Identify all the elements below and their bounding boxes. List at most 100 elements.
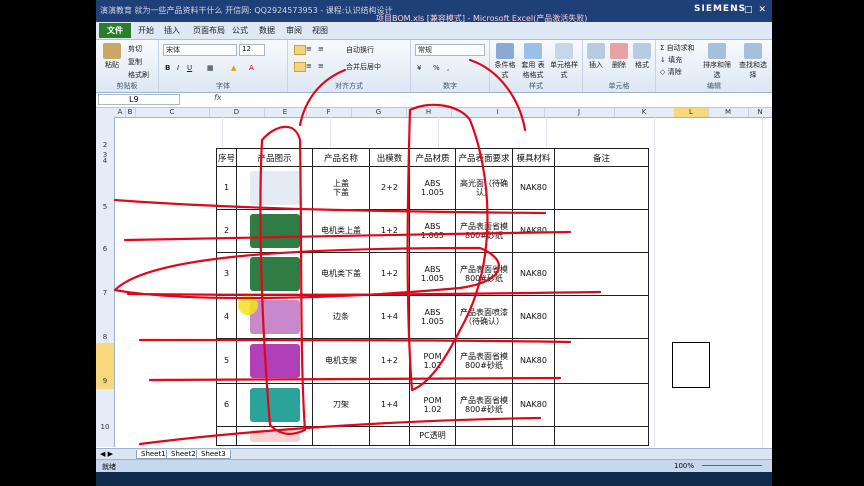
merge-center-button[interactable]: 合并后居中 bbox=[346, 62, 381, 72]
sort-filter-button[interactable]: 排序和筛选 bbox=[700, 43, 734, 80]
surface-cell[interactable]: 产品表面省模 800#砂纸 bbox=[455, 338, 513, 384]
percent-icon[interactable]: % bbox=[433, 64, 440, 72]
image-cell[interactable] bbox=[236, 166, 313, 210]
surface-cell[interactable]: 产品表面省模 800#砂纸 bbox=[455, 209, 513, 253]
surface-cell[interactable]: 产品表面省模 800#砂纸 bbox=[455, 383, 513, 427]
surface-cell[interactable]: 高光面（待确 认） bbox=[455, 166, 513, 210]
column-header-j[interactable]: J bbox=[544, 108, 615, 117]
row-header[interactable]: 8 bbox=[96, 333, 114, 341]
close-icon[interactable]: ✕ bbox=[758, 5, 766, 15]
material-cell[interactable]: PC透明 bbox=[409, 426, 456, 446]
no-cell[interactable]: 5 bbox=[216, 338, 237, 384]
fx-icon[interactable]: fx bbox=[214, 93, 222, 102]
cavity-cell[interactable]: 1+4 bbox=[369, 295, 410, 339]
paste-button[interactable]: 粘贴 bbox=[99, 43, 125, 70]
format-painter-button[interactable]: 格式刷 bbox=[128, 70, 149, 80]
cell-styles-button[interactable]: 单元格样式 bbox=[548, 43, 580, 80]
row-header[interactable]: 5 bbox=[96, 203, 114, 211]
format-as-table-button[interactable]: 套用 表格格式 bbox=[520, 43, 546, 80]
header-cell[interactable]: 序号 bbox=[216, 148, 237, 167]
name-cell[interactable] bbox=[312, 426, 370, 446]
header-cell[interactable]: 产品名称 bbox=[312, 148, 370, 167]
product-image[interactable] bbox=[249, 214, 300, 248]
align-left-icon[interactable] bbox=[294, 62, 306, 72]
product-image[interactable] bbox=[249, 388, 300, 422]
maximize-icon[interactable]: □ bbox=[744, 5, 753, 15]
image-cell[interactable] bbox=[236, 383, 313, 427]
surface-cell[interactable] bbox=[455, 426, 513, 446]
name-cell[interactable]: 电机支架 bbox=[312, 338, 370, 384]
no-cell[interactable]: 3 bbox=[216, 252, 237, 296]
cavity-cell[interactable]: 1+2 bbox=[369, 209, 410, 253]
column-header-f[interactable]: F bbox=[306, 108, 352, 117]
header-cell[interactable]: 备注 bbox=[554, 148, 649, 167]
tab-home[interactable]: 开始 bbox=[138, 25, 154, 36]
material-cell[interactable]: POM 1.02 bbox=[409, 383, 456, 427]
cavity-cell[interactable]: 2+2 bbox=[369, 166, 410, 210]
mold-cell[interactable]: NAK80 bbox=[512, 209, 555, 253]
mold-cell[interactable]: NAK80 bbox=[512, 383, 555, 427]
bold-button[interactable]: B bbox=[165, 64, 170, 72]
column-header-l[interactable]: L bbox=[674, 108, 709, 117]
fill-color-icon[interactable]: ▲ bbox=[231, 64, 236, 72]
no-cell[interactable]: 6 bbox=[216, 383, 237, 427]
product-image[interactable] bbox=[249, 430, 300, 442]
no-cell[interactable]: 2 bbox=[216, 209, 237, 253]
header-cell[interactable]: 出模数 bbox=[369, 148, 410, 167]
column-header-g[interactable]: G bbox=[351, 108, 407, 117]
currency-icon[interactable]: ¥ bbox=[417, 64, 421, 72]
product-image[interactable] bbox=[249, 171, 300, 205]
font-name-select[interactable]: 宋体 bbox=[163, 44, 237, 56]
note-cell[interactable] bbox=[554, 166, 649, 210]
name-cell[interactable]: 电机类下盖 bbox=[312, 252, 370, 296]
minimize-icon[interactable]: – bbox=[733, 5, 738, 15]
material-cell[interactable]: ABS 1.005 bbox=[409, 209, 456, 253]
align-right-icon[interactable]: ≡ bbox=[318, 62, 324, 70]
column-header-d[interactable]: D bbox=[209, 108, 265, 117]
number-format-select[interactable]: 常规 bbox=[415, 44, 485, 56]
header-cell[interactable]: 产品表面要求 bbox=[455, 148, 513, 167]
cavity-cell[interactable] bbox=[369, 426, 410, 446]
tab-data[interactable]: 数据 bbox=[259, 25, 275, 36]
tab-formulas[interactable]: 公式 bbox=[232, 25, 248, 36]
image-cell[interactable] bbox=[236, 209, 313, 253]
tab-file[interactable]: 文件 bbox=[99, 23, 131, 38]
align-bottom-icon[interactable]: ≡ bbox=[318, 45, 324, 53]
product-image[interactable] bbox=[249, 257, 300, 291]
selected-cell-l9[interactable] bbox=[672, 342, 710, 388]
header-cell[interactable]: 产品材质 bbox=[409, 148, 456, 167]
mold-cell[interactable]: NAK80 bbox=[512, 295, 555, 339]
row-header[interactable]: 10 bbox=[96, 423, 114, 431]
mold-cell[interactable]: NAK80 bbox=[512, 338, 555, 384]
name-cell[interactable]: 电机类上盖 bbox=[312, 209, 370, 253]
name-cell[interactable]: 边条 bbox=[312, 295, 370, 339]
name-cell[interactable]: 上盖 下盖 bbox=[312, 166, 370, 210]
note-cell[interactable] bbox=[554, 252, 649, 296]
column-header-c[interactable]: C bbox=[135, 108, 210, 117]
fill-button[interactable]: ↓ 填充 bbox=[660, 55, 682, 65]
align-top-icon[interactable] bbox=[294, 45, 306, 55]
name-cell[interactable]: 刀架 bbox=[312, 383, 370, 427]
surface-cell[interactable]: 产品表面喷漆 （待确认） bbox=[455, 295, 513, 339]
comma-icon[interactable]: , bbox=[447, 64, 449, 72]
header-cell[interactable]: 产品图示 bbox=[236, 148, 313, 167]
border-icon[interactable]: ▦ bbox=[207, 64, 214, 72]
sheet-tab[interactable]: Sheet3 bbox=[196, 450, 231, 459]
column-header-n[interactable]: N bbox=[748, 108, 772, 117]
tab-page-layout[interactable]: 页面布局 bbox=[193, 25, 225, 36]
note-cell[interactable] bbox=[554, 295, 649, 339]
cut-button[interactable]: 剪切 bbox=[128, 44, 142, 54]
column-header-e[interactable]: E bbox=[264, 108, 307, 117]
copy-button[interactable]: 复制 bbox=[128, 57, 142, 67]
mold-cell[interactable]: NAK80 bbox=[512, 166, 555, 210]
material-cell[interactable]: ABS 1.005 bbox=[409, 252, 456, 296]
material-cell[interactable]: ABS 1.005 bbox=[409, 295, 456, 339]
note-cell[interactable] bbox=[554, 209, 649, 253]
note-cell[interactable] bbox=[554, 426, 649, 446]
format-cells-button[interactable]: 格式 bbox=[629, 43, 655, 70]
surface-cell[interactable]: 产品表面省模 800#砂纸 bbox=[455, 252, 513, 296]
image-cell[interactable] bbox=[236, 426, 313, 446]
note-cell[interactable] bbox=[554, 383, 649, 427]
zoom-level[interactable]: 100% bbox=[674, 462, 694, 470]
image-cell[interactable] bbox=[236, 252, 313, 296]
